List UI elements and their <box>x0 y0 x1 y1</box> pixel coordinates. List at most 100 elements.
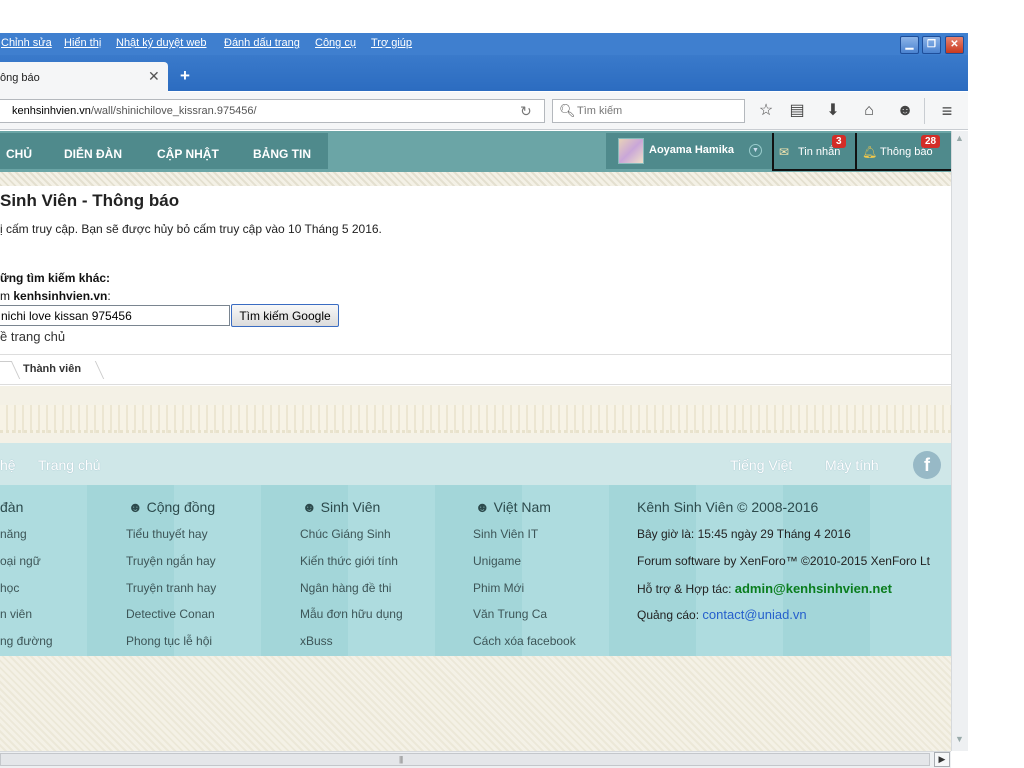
footer-col-4-item[interactable]: Cách xóa facebook <box>473 634 576 648</box>
footer-col-4-item[interactable]: Phim Mới <box>473 581 524 595</box>
menu-edit[interactable]: Chỉnh sửa <box>1 37 52 49</box>
footer-link-home[interactable]: Trang chủ <box>38 457 101 473</box>
nav-tab-updates[interactable]: CẬP NHẬT <box>157 147 219 161</box>
footer-link-contact[interactable]: hệ <box>0 457 16 473</box>
footer-main: đàn năng oại ngữ học n viên ng đường ☻ C… <box>0 485 951 656</box>
footer-link-language[interactable]: Tiếng Việt <box>730 457 792 473</box>
desktop-background-right <box>968 33 1024 768</box>
username[interactable]: Aoyama Hamika <box>649 144 734 156</box>
footer-col-3-item[interactable]: Kiến thức giới tính <box>300 554 398 568</box>
footer-col-3-item[interactable]: xBuss <box>300 634 333 648</box>
bookmark-star-icon[interactable]: ☆ <box>756 101 776 121</box>
footer-brand: Kênh Sinh Viên © 2008-2016 <box>637 499 819 515</box>
footer-col-1-item[interactable]: học <box>0 581 19 595</box>
ban-message: ị cấm truy cập. Bạn sẽ được hủy bỏ cấm t… <box>0 222 382 236</box>
footer-col-2-item[interactable]: Truyện tranh hay <box>126 581 216 595</box>
footer-col-4-item[interactable]: Văn Trung Ca <box>473 607 547 621</box>
footer-col-2-item[interactable]: Tiểu thuyết hay <box>126 527 208 541</box>
ads-label: Quảng cáo: <box>637 608 703 622</box>
tab-current[interactable]: ông báo ✕ <box>0 62 168 92</box>
reading-list-icon[interactable]: ▤ <box>787 101 807 121</box>
footer-col-1-item[interactable]: ng đường <box>0 634 53 648</box>
bell-icon: 🔔︎ <box>862 145 878 159</box>
scroll-grip-icon: ||| <box>399 755 403 764</box>
menu-help[interactable]: Trợ giúp <box>371 37 412 49</box>
footer-col-4-item[interactable]: Unigame <box>473 554 521 568</box>
alerts-count-badge: 28 <box>921 135 941 148</box>
main-content: Sinh Viên - Thông báo ị cấm truy cập. Bạ… <box>0 186 951 386</box>
breadcrumb-separator <box>0 361 21 379</box>
url-bar[interactable]: kenhsinhvien.vn/wall/shinichilove_kissra… <box>0 99 545 123</box>
footer-col-2-title-text: Cộng đồng <box>146 499 216 515</box>
avatar[interactable] <box>618 138 644 164</box>
forum-nav-tabs: CHỦ DIỄN ĐÀN CẬP NHẬT BẢNG TIN <box>0 133 328 169</box>
menu-icon[interactable]: ≡ <box>937 101 957 121</box>
footer-col-3-item[interactable]: Ngân hàng đề thi <box>300 581 391 595</box>
envelope-icon: ✉ <box>779 145 790 159</box>
footer-time: Bây giờ là: 15:45 ngày 29 Tháng 4 2016 <box>637 527 851 541</box>
download-icon[interactable]: ⬇ <box>823 101 843 121</box>
menu-tools[interactable]: Công cụ <box>315 37 356 49</box>
footer-col-1-item[interactable]: n viên <box>0 607 32 621</box>
google-search-input[interactable] <box>0 305 230 326</box>
footer-link-desktop[interactable]: Máy tính <box>825 457 879 473</box>
inbox-count-badge: 3 <box>832 135 846 148</box>
page-title: Sinh Viên - Thông báo <box>0 191 180 210</box>
new-tab-button[interactable]: + <box>180 66 190 86</box>
facebook-icon[interactable]: f <box>913 451 941 479</box>
footer-ads: Quảng cáo: contact@uniad.vn <box>637 607 807 622</box>
inbox-button[interactable]: ✉ Tin nhắn 3 <box>772 133 856 171</box>
breadcrumb-separator <box>85 361 105 379</box>
menu-bookmarks[interactable]: Đánh dấu trang <box>224 37 300 49</box>
alerts-button[interactable]: 🔔︎ Thông báo 28 <box>855 133 951 171</box>
horizontal-scroll-thumb[interactable]: ||| <box>0 753 930 766</box>
home-link[interactable]: ề trang chủ <box>0 329 65 344</box>
footer-col-1-item[interactable]: oại ngữ <box>0 554 41 568</box>
browser-search-bar[interactable]: 🔍︎ Tìm kiếm <box>552 99 745 123</box>
nav-tab-news[interactable]: BẢNG TIN <box>253 147 311 161</box>
nav-tab-forums[interactable]: DIỄN ĐÀN <box>64 147 122 161</box>
footer-support: Hỗ trợ & Hợp tác: admin@kenhsinhvien.net <box>637 581 892 596</box>
support-email-link[interactable]: admin@kenhsinhvien.net <box>735 581 892 596</box>
scroll-right-arrow-icon[interactable]: ▶ <box>934 752 950 767</box>
search-icon: 🔍︎ <box>559 103 576 118</box>
footer-col-4-title: ☻ Việt Nam <box>475 499 551 515</box>
tab-close-icon[interactable]: ✕ <box>148 68 160 85</box>
scroll-down-arrow-icon[interactable]: ▼ <box>952 734 967 749</box>
footer-col-2-item[interactable]: Phong tục lễ hội <box>126 634 212 648</box>
url-host: kenhsinhvien.vn <box>12 105 91 117</box>
browser-menubar: Chỉnh sửa Hiển thị Nhật ký duyệt web Đán… <box>0 33 968 55</box>
menu-view[interactable]: Hiển thị <box>64 37 101 49</box>
footer-col-4-item[interactable]: Sinh Viên IT <box>473 527 538 541</box>
footer-col-3-item[interactable]: Chúc Giáng Sinh <box>300 527 391 541</box>
footer-col-3-item[interactable]: Mẫu đơn hữu dụng <box>300 607 403 621</box>
minimize-button[interactable]: ▁ <box>900 36 919 54</box>
scroll-up-arrow-icon[interactable]: ▲ <box>952 133 967 148</box>
forum-navbar: CHỦ DIỄN ĐÀN CẬP NHẬT BẢNG TIN Aoyama Ha… <box>0 131 951 172</box>
url-text: kenhsinhvien.vn/wall/shinichilove_kissra… <box>12 105 257 117</box>
home-icon[interactable]: ⌂ <box>859 101 879 121</box>
decorative-lace <box>0 405 951 433</box>
google-search-button[interactable]: Tìm kiếm Google <box>231 304 339 327</box>
search-in-prefix: m <box>0 289 14 303</box>
user-menu[interactable]: Aoyama Hamika ▼ <box>606 133 772 169</box>
footer-col-3-title-text: Sinh Viên <box>320 499 381 515</box>
footer-col-3-title: ☻ Sinh Viên <box>302 499 381 515</box>
reload-icon[interactable]: ↻ <box>520 103 532 120</box>
close-window-button[interactable]: ✕ <box>945 36 964 54</box>
menu-history[interactable]: Nhật ký duyệt web <box>116 37 207 49</box>
footer-link-bar: hệ Trang chủ Tiếng Việt Máy tính f <box>0 443 951 485</box>
footer-col-1-item[interactable]: năng <box>0 527 27 541</box>
breadcrumb-members[interactable]: Thành viên <box>23 363 81 375</box>
footer-col-2-item[interactable]: Detective Conan <box>126 607 215 621</box>
footer-col-2-title: ☻ Cộng đồng <box>128 499 216 515</box>
vertical-scrollbar[interactable] <box>951 131 968 751</box>
restore-button[interactable]: ❐ <box>922 36 941 54</box>
ads-email-link[interactable]: contact@uniad.vn <box>702 607 806 622</box>
chevron-down-icon[interactable]: ▼ <box>749 144 762 157</box>
nav-tab-home[interactable]: CHỦ <box>6 147 32 161</box>
chat-icon[interactable]: ☻ <box>895 101 915 121</box>
footer-col-2-item[interactable]: Truyện ngắn hay <box>126 554 216 568</box>
url-path: /wall/shinichilove_kissran.975456/ <box>90 105 257 117</box>
decorative-strip <box>0 172 951 186</box>
